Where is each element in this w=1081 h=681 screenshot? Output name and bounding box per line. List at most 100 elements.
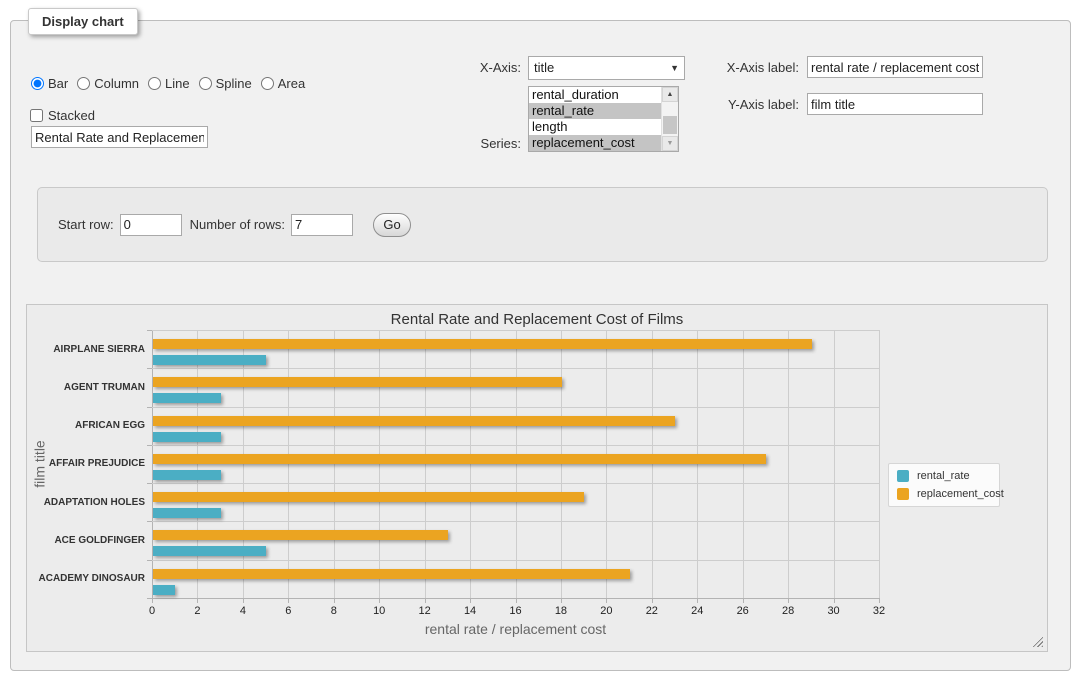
x-tick-label: 6	[273, 605, 303, 617]
bar-rental_rate	[153, 546, 266, 556]
bar-replacement_cost	[153, 377, 562, 387]
chart-title-input[interactable]	[31, 126, 208, 148]
scrollbar[interactable]: ▲ ▼	[661, 87, 678, 151]
chart-title: Rental Rate and Replacement Cost of Film…	[27, 311, 1047, 328]
row-controls-panel: Start row: Number of rows: Go	[37, 187, 1048, 262]
vertical-gridline	[243, 330, 244, 598]
category-label: ACADEMY DINOSAUR	[35, 560, 145, 598]
chart-type-option-area[interactable]: Area	[261, 76, 305, 91]
radio-label: Spline	[216, 76, 252, 91]
chart-type-option-bar[interactable]: Bar	[31, 76, 68, 91]
radio-line[interactable]	[148, 77, 161, 90]
bar-replacement_cost	[153, 569, 630, 579]
horizontal-gridline	[152, 560, 879, 561]
vertical-gridline	[561, 330, 562, 598]
series-option-length[interactable]: length	[529, 119, 661, 135]
start-row-input[interactable]	[120, 214, 182, 236]
stacked-label: Stacked	[48, 108, 95, 123]
x-tick-mark	[879, 598, 880, 603]
x-tick-label: 22	[637, 605, 667, 617]
x-tick-label: 30	[819, 605, 849, 617]
radio-column[interactable]	[77, 77, 90, 90]
scroll-up-icon[interactable]: ▲	[662, 87, 678, 102]
x-axis-label-input[interactable]	[807, 56, 983, 78]
vertical-gridline	[470, 330, 471, 598]
x-axis-select-label: X-Axis:	[441, 60, 521, 75]
series-listbox[interactable]: rental_durationrental_ratelengthreplacem…	[528, 86, 679, 152]
series-option-rental_duration[interactable]: rental_duration	[529, 87, 661, 103]
horizontal-gridline	[152, 368, 879, 369]
bar-rental_rate	[153, 393, 221, 403]
category-label: AGENT TRUMAN	[35, 368, 145, 406]
legend-item-rental_rate[interactable]: rental_rate	[897, 470, 991, 482]
x-tick-label: 24	[682, 605, 712, 617]
legend-label: rental_rate	[917, 470, 970, 482]
category-tick-mark	[147, 330, 152, 331]
x-tick-label: 2	[182, 605, 212, 617]
stacked-checkbox[interactable]	[30, 109, 43, 122]
x-axis-select[interactable]: title ▼	[528, 56, 685, 80]
chart-type-radio-group: Bar Column Line Spline Area	[31, 76, 305, 91]
chart-type-option-line[interactable]: Line	[148, 76, 190, 91]
chart-type-option-spline[interactable]: Spline	[199, 76, 252, 91]
vertical-gridline	[743, 330, 744, 598]
legend-swatch-rental_rate	[897, 470, 909, 482]
x-tick-label: 26	[728, 605, 758, 617]
vertical-gridline	[334, 330, 335, 598]
scrollbar-track[interactable]	[662, 102, 678, 136]
series-option-rental_rate[interactable]: rental_rate	[529, 103, 661, 119]
radio-area[interactable]	[261, 77, 274, 90]
horizontal-gridline	[152, 483, 879, 484]
category-label: ACE GOLDFINGER	[35, 521, 145, 559]
bar-replacement_cost	[153, 492, 584, 502]
fieldset-legend: Display chart	[28, 8, 138, 35]
x-tick-label: 32	[864, 605, 894, 617]
y-axis-line	[152, 330, 153, 598]
vertical-gridline	[652, 330, 653, 598]
x-tick-label: 10	[364, 605, 394, 617]
series-option-replacement_cost[interactable]: replacement_cost	[529, 135, 661, 151]
category-tick-mark	[147, 483, 152, 484]
vertical-gridline	[834, 330, 835, 598]
bar-replacement_cost	[153, 530, 448, 540]
horizontal-gridline	[152, 330, 879, 331]
x-tick-label: 20	[591, 605, 621, 617]
scrollbar-thumb[interactable]	[663, 116, 677, 134]
vertical-gridline	[425, 330, 426, 598]
bar-rental_rate	[153, 355, 266, 365]
vertical-gridline	[288, 330, 289, 598]
number-of-rows-input[interactable]	[291, 214, 353, 236]
bar-replacement_cost	[153, 339, 812, 349]
series-options: rental_durationrental_ratelengthreplacem…	[529, 87, 661, 151]
legend-item-replacement_cost[interactable]: replacement_cost	[897, 488, 991, 500]
vertical-gridline	[379, 330, 380, 598]
chart-type-option-column[interactable]: Column	[77, 76, 139, 91]
stacked-checkbox-row[interactable]: Stacked	[30, 108, 95, 123]
bar-replacement_cost	[153, 416, 675, 426]
category-tick-mark	[147, 521, 152, 522]
x-tick-label: 8	[319, 605, 349, 617]
bar-rental_rate	[153, 432, 221, 442]
x-axis-label-field-label: X-Axis label:	[711, 60, 799, 75]
y-axis-label-input[interactable]	[807, 93, 983, 115]
x-axis-title: rental rate / replacement cost	[152, 621, 879, 637]
x-tick-label: 4	[228, 605, 258, 617]
radio-label: Line	[165, 76, 190, 91]
number-of-rows-label: Number of rows:	[190, 217, 285, 232]
x-tick-label: 16	[501, 605, 531, 617]
chart-panel: Rental Rate and Replacement Cost of Film…	[26, 304, 1048, 652]
x-tick-label: 18	[546, 605, 576, 617]
horizontal-gridline	[152, 521, 879, 522]
category-tick-mark	[147, 407, 152, 408]
scroll-down-icon[interactable]: ▼	[662, 136, 678, 151]
radio-spline[interactable]	[199, 77, 212, 90]
radio-label: Bar	[48, 76, 68, 91]
vertical-gridline	[788, 330, 789, 598]
x-tick-label: 28	[773, 605, 803, 617]
bar-rental_rate	[153, 508, 221, 518]
category-tick-mark	[147, 368, 152, 369]
category-label: AFRICAN EGG	[35, 407, 145, 445]
resize-grip-icon[interactable]	[1030, 634, 1043, 647]
radio-bar[interactable]	[31, 77, 44, 90]
go-button[interactable]: Go	[373, 213, 411, 237]
